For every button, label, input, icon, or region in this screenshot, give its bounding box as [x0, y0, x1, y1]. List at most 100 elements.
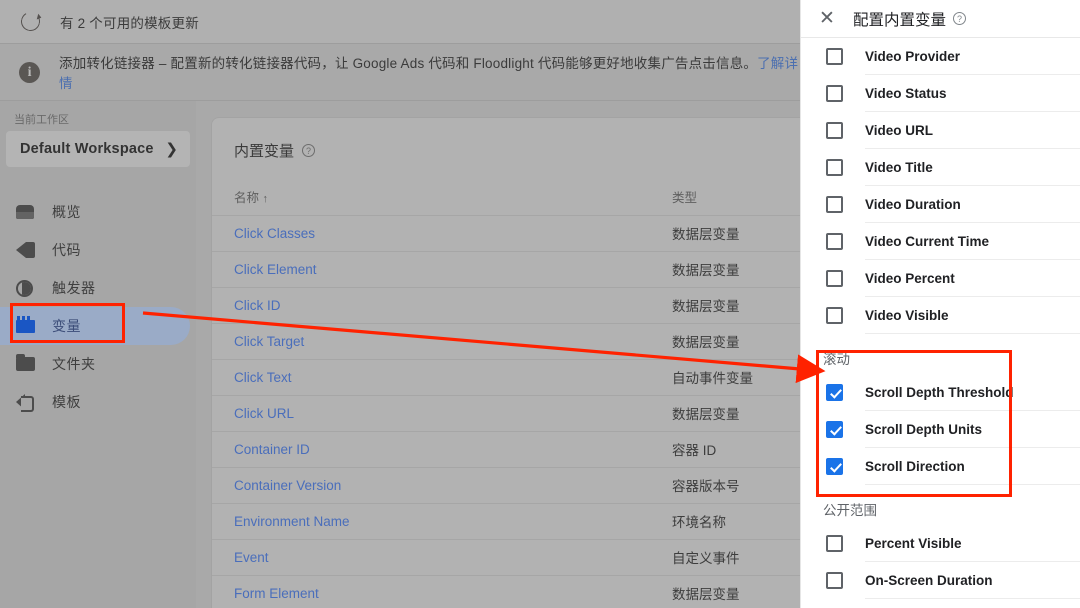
checkbox-unchecked[interactable] [826, 270, 843, 287]
checkbox-label: Video Current Time [865, 234, 989, 249]
variable-type-cell: 数据层变量 [672, 575, 800, 608]
workspace-label: 当前工作区 [0, 101, 196, 131]
sidebar-item-label: 代码 [52, 240, 81, 260]
checkbox-unchecked[interactable] [826, 535, 843, 552]
checkbox-unchecked[interactable] [826, 122, 843, 139]
sidebar: 当前工作区 Default Workspace ❯ 概览 代码 触发器 [0, 101, 196, 608]
variable-name-link[interactable]: Environment Name [234, 514, 350, 529]
panel-header: ✕ 配置内置变量 ? [801, 0, 1080, 38]
notification-text: 添加转化链接器 – 配置新的转化链接器代码，让 Google Ads 代码和 F… [59, 52, 800, 92]
variable-type-cell: 自定义事件 [672, 539, 800, 575]
table-row[interactable]: Event 自定义事件 [212, 539, 800, 575]
variable-type-cell: 数据层变量 [672, 323, 800, 359]
checkbox-unchecked[interactable] [826, 196, 843, 213]
table-row[interactable]: Container ID 容器 ID [212, 431, 800, 467]
panel-list-item[interactable]: Video Provider [801, 38, 1080, 74]
table-row[interactable]: Click ID 数据层变量 [212, 287, 800, 323]
panel-list-item[interactable]: Video URL [801, 112, 1080, 148]
panel-list-item[interactable]: Video Title [801, 149, 1080, 185]
variable-name-link[interactable]: Form Element [234, 586, 319, 601]
help-icon[interactable]: ? [953, 12, 966, 25]
column-header-type[interactable]: 类型 [672, 179, 800, 215]
notification-template-update[interactable]: 有 2 个可用的模板更新 [0, 0, 800, 44]
builtin-variables-card: 内置变量 ? 名称 ↑ 类型 Click Classes数据层变量Click E… [212, 118, 800, 608]
table-row[interactable]: Click Classes数据层变量 [212, 215, 800, 251]
variable-name-cell[interactable]: Container ID [212, 431, 672, 467]
column-header-name[interactable]: 名称 ↑ [212, 179, 672, 215]
variable-name-cell[interactable]: Environment Name [212, 503, 672, 539]
panel-list-item[interactable]: Video Duration [801, 186, 1080, 222]
sidebar-item-triggers[interactable]: 触发器 [0, 269, 196, 307]
sort-ascending-icon: ↑ [263, 193, 269, 205]
panel-list-item[interactable]: On-Screen Duration [801, 562, 1080, 598]
annotation-box-scroll-group [816, 350, 1012, 497]
panel-list-item[interactable]: Percent Visible [801, 525, 1080, 561]
table-row[interactable]: Form Element 数据层变量 [212, 575, 800, 608]
variable-name-cell[interactable]: Event [212, 539, 672, 575]
sidebar-item-tags[interactable]: 代码 [0, 231, 196, 269]
variable-name-cell[interactable]: Click Text [212, 359, 672, 395]
variable-name-link[interactable]: Click Target [234, 334, 304, 349]
variable-name-cell[interactable]: Click URL [212, 395, 672, 431]
checkbox-label: Video Provider [865, 49, 960, 64]
table-row[interactable]: Click Text 自动事件变量 [212, 359, 800, 395]
variable-name-cell[interactable]: Container Version [212, 467, 672, 503]
checkbox-unchecked[interactable] [826, 233, 843, 250]
variable-name-link[interactable]: Click URL [234, 406, 294, 421]
panel-list-item[interactable]: Video Percent [801, 260, 1080, 296]
checkbox-unchecked[interactable] [826, 572, 843, 589]
variable-type-cell: 容器版本号 [672, 467, 800, 503]
variable-name-link[interactable]: Container ID [234, 442, 310, 457]
table-row[interactable]: Environment Name环境名称 [212, 503, 800, 539]
table-row[interactable]: Click Element数据层变量 [212, 251, 800, 287]
help-icon[interactable]: ? [302, 144, 315, 157]
variable-type-cell: 数据层变量 [672, 287, 800, 323]
close-icon[interactable]: ✕ [801, 9, 853, 28]
panel-list-item[interactable]: Video Current Time [801, 223, 1080, 259]
panel-list-item[interactable]: Video Visible [801, 297, 1080, 333]
trigger-icon [16, 280, 52, 297]
panel-list-item[interactable]: Video Status [801, 75, 1080, 111]
variable-name-cell[interactable]: Click Element [212, 251, 672, 287]
checkbox-label: Video Duration [865, 197, 961, 212]
variable-type-cell: 自动事件变量 [672, 359, 800, 395]
folder-icon [16, 357, 52, 371]
checkbox-unchecked[interactable] [826, 48, 843, 65]
variable-name-cell[interactable]: Click Classes [212, 215, 672, 251]
variable-type-cell: 容器 ID [672, 431, 800, 467]
variables-table: 名称 ↑ 类型 Click Classes数据层变量Click Element数… [212, 179, 800, 608]
variable-name-cell[interactable]: Click ID [212, 287, 672, 323]
variable-name-link[interactable]: Click Text [234, 370, 292, 385]
variable-name-link[interactable]: Click ID [234, 298, 281, 313]
overview-icon [16, 205, 52, 219]
checkbox-unchecked[interactable] [826, 307, 843, 324]
column-header-name-label: 名称 [234, 191, 259, 205]
variable-name-link[interactable]: Click Element [234, 262, 317, 277]
annotation-box-sidebar-variables [10, 303, 125, 343]
variable-name-link[interactable]: Click Classes [234, 226, 315, 241]
variable-name-cell[interactable]: Form Element [212, 575, 672, 608]
sidebar-item-overview[interactable]: 概览 [0, 193, 196, 231]
checkbox-label: Video Title [865, 160, 933, 175]
notification-conversion-linker[interactable]: i 添加转化链接器 – 配置新的转化链接器代码，让 Google Ads 代码和… [0, 44, 800, 101]
sidebar-item-templates[interactable]: 模板 [0, 383, 196, 421]
variable-name-link[interactable]: Container Version [234, 478, 341, 493]
checkbox-unchecked[interactable] [826, 85, 843, 102]
chevron-right-icon: ❯ [165, 140, 178, 158]
workspace-selector[interactable]: Default Workspace ❯ [6, 131, 190, 167]
table-row[interactable]: Click Target 数据层变量 [212, 323, 800, 359]
table-row[interactable]: Click URL数据层变量 [212, 395, 800, 431]
page-title: 内置变量 [234, 140, 294, 161]
variable-name-cell[interactable]: Click Target [212, 323, 672, 359]
notification-body: 添加转化链接器 – 配置新的转化链接器代码，让 Google Ads 代码和 F… [59, 56, 757, 71]
screenshot-root: 有 2 个可用的模板更新 i 添加转化链接器 – 配置新的转化链接器代码，让 G… [0, 0, 1080, 608]
checkbox-unchecked[interactable] [826, 159, 843, 176]
table-row[interactable]: Container Version 容器版本号 [212, 467, 800, 503]
sidebar-item-label: 触发器 [52, 278, 96, 298]
refresh-icon [0, 12, 60, 31]
panel-body: Video Provider Video StatusVideo URL Video… [801, 38, 1080, 599]
checkbox-label: Percent Visible [865, 536, 962, 551]
variable-name-link[interactable]: Event [234, 550, 269, 565]
sidebar-item-folders[interactable]: 文件夹 [0, 345, 196, 383]
sidebar-item-label: 模板 [52, 392, 81, 412]
